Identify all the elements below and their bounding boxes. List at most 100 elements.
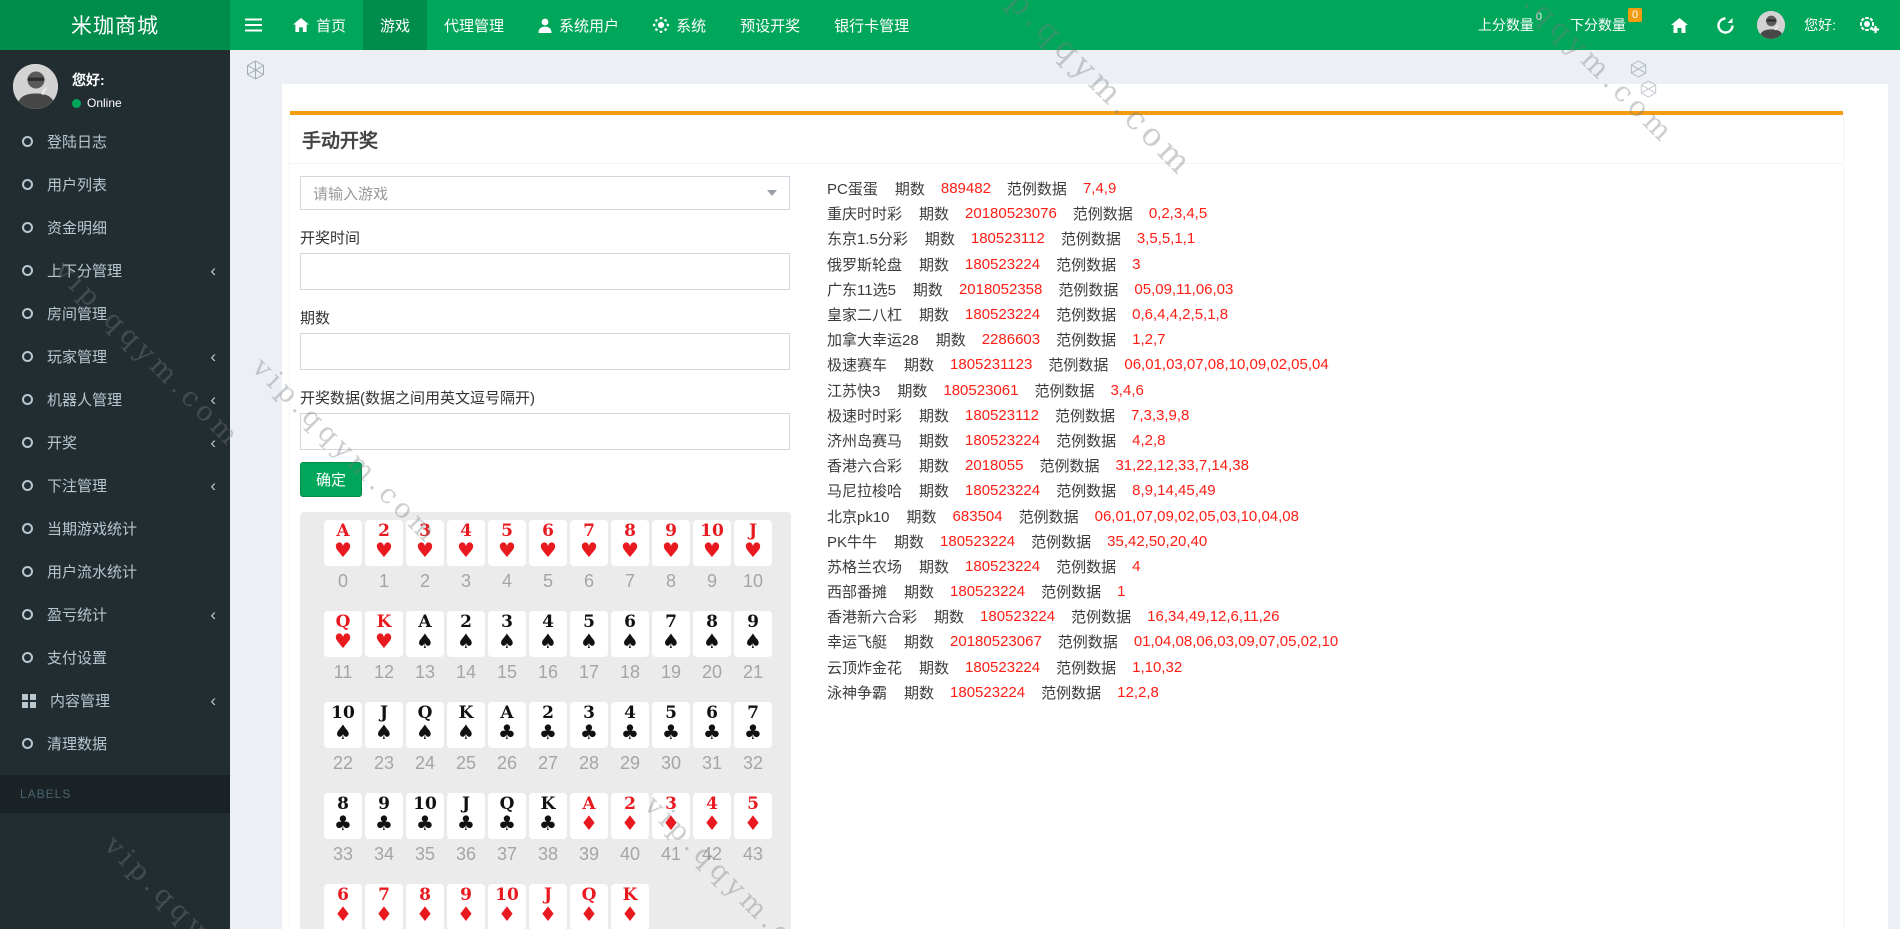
playing-card[interactable]: 3♣ [570, 702, 608, 748]
sidebar-item-user-flow-stats[interactable]: 用户流水统计 [0, 550, 230, 593]
up-score-link[interactable]: 上分数量 0 [1466, 0, 1554, 50]
issue-value: 180523224 [950, 684, 1025, 701]
playing-card[interactable]: 2♠ [447, 611, 485, 657]
sidebar-item-score-management[interactable]: 上下分管理‹ [0, 249, 230, 292]
playing-card[interactable]: Q♥ [324, 611, 362, 657]
home-shortcut-button[interactable] [1658, 0, 1700, 50]
playing-card[interactable]: 10♣ [406, 793, 444, 839]
draw-data-input[interactable] [300, 413, 790, 450]
playing-card[interactable]: 5♣ [652, 702, 690, 748]
playing-card[interactable]: Q♠ [406, 702, 444, 748]
playing-card[interactable]: 7♠ [652, 611, 690, 657]
issue-value: 180523224 [965, 306, 1040, 323]
issue-number-input[interactable] [300, 333, 790, 370]
playing-card[interactable]: 5♦ [734, 793, 772, 839]
playing-card[interactable]: 9♦ [447, 884, 485, 929]
playing-card[interactable]: 10♠ [324, 702, 362, 748]
manual-draw-form: 请输入游戏 开奖时间 期数 开奖数据(数据之间用英文逗号隔开) 确定 A♥2♥3 [300, 176, 790, 929]
playing-card[interactable]: 2♦ [611, 793, 649, 839]
topbar-nav-agent-management[interactable]: 代理管理 [427, 0, 521, 50]
sidebar-item-room-management[interactable]: 房间管理 [0, 292, 230, 335]
sidebar-toggle-button[interactable] [230, 0, 276, 50]
refresh-button[interactable] [1704, 0, 1746, 50]
topbar-nav-home[interactable]: 首页 [276, 0, 363, 50]
playing-card[interactable]: 9♠ [734, 611, 772, 657]
playing-card[interactable]: K♠ [447, 702, 485, 748]
card-index: 20 [693, 662, 731, 683]
playing-card[interactable]: 3♦ [652, 793, 690, 839]
confirm-button[interactable]: 确定 [300, 462, 362, 497]
topbar-nav-bank-card-management[interactable]: 银行卡管理 [817, 0, 926, 50]
playing-card[interactable]: 9♣ [365, 793, 403, 839]
playing-card[interactable]: J♥ [734, 520, 772, 566]
sidebar-item-content-management[interactable]: 内容管理‹ [0, 679, 230, 722]
playing-card[interactable]: 3♠ [488, 611, 526, 657]
topbar-nav-system[interactable]: 系统 [636, 0, 723, 50]
playing-card[interactable]: 10♦ [488, 884, 526, 929]
playing-card[interactable]: Q♣ [488, 793, 526, 839]
card-suit-icon: ♦ [457, 904, 475, 924]
playing-card[interactable]: 9♥ [652, 520, 690, 566]
sidebar-item-payment-settings[interactable]: 支付设置 [0, 636, 230, 679]
draw-time-input[interactable] [300, 253, 790, 290]
playing-card[interactable]: A♥ [324, 520, 362, 566]
card-suit-icon: ♥ [662, 540, 680, 560]
sidebar-item-user-list[interactable]: 用户列表 [0, 163, 230, 206]
game-row: 重庆时时彩期数20180523076范例数据0,2,3,4,5 [827, 201, 1354, 226]
playing-card[interactable]: A♦ [570, 793, 608, 839]
card-suit-icon: ♥ [375, 540, 393, 560]
playing-card[interactable]: 8♦ [406, 884, 444, 929]
playing-card[interactable]: 10♥ [693, 520, 731, 566]
playing-card[interactable]: 6♠ [611, 611, 649, 657]
playing-card[interactable]: 7♦ [365, 884, 403, 929]
playing-card[interactable]: 6♣ [693, 702, 731, 748]
playing-card[interactable]: J♦ [529, 884, 567, 929]
playing-card[interactable]: 5♥ [488, 520, 526, 566]
sidebar-item-funds-detail[interactable]: 资金明细 [0, 206, 230, 249]
sample-value: 3,4,6 [1110, 382, 1143, 399]
sidebar-item-label: 支付设置 [47, 647, 107, 668]
user-menu-button[interactable] [1750, 0, 1792, 50]
playing-card[interactable]: A♠ [406, 611, 444, 657]
playing-card[interactable]: 6♦ [324, 884, 362, 929]
playing-card[interactable]: 4♥ [447, 520, 485, 566]
playing-card[interactable]: 4♦ [693, 793, 731, 839]
playing-card[interactable]: Q♦ [570, 884, 608, 929]
playing-card[interactable]: 4♠ [529, 611, 567, 657]
issue-label: 期数 [925, 228, 955, 249]
settings-button[interactable] [1848, 0, 1890, 50]
game-select[interactable]: 请输入游戏 [300, 176, 790, 210]
sidebar-item-lottery-draw[interactable]: 开奖‹ [0, 421, 230, 464]
topbar-nav-preset-draw[interactable]: 预设开奖 [723, 0, 817, 50]
sidebar-item-robot-management[interactable]: 机器人管理‹ [0, 378, 230, 421]
playing-card[interactable]: J♠ [365, 702, 403, 748]
playing-card[interactable]: K♥ [365, 611, 403, 657]
down-score-link[interactable]: 下分数量 0 [1558, 0, 1654, 50]
playing-card[interactable]: 8♥ [611, 520, 649, 566]
playing-card[interactable]: 6♥ [529, 520, 567, 566]
playing-card[interactable]: 7♥ [570, 520, 608, 566]
playing-card[interactable]: 8♠ [693, 611, 731, 657]
playing-card[interactable]: 8♣ [324, 793, 362, 839]
topbar-nav-system-users[interactable]: 系统用户 [521, 0, 636, 50]
sidebar-item-current-game-stats[interactable]: 当期游戏统计 [0, 507, 230, 550]
circle-icon [22, 652, 33, 663]
playing-card[interactable]: 4♣ [611, 702, 649, 748]
playing-card[interactable]: J♣ [447, 793, 485, 839]
playing-card[interactable]: 3♥ [406, 520, 444, 566]
playing-card[interactable]: 7♣ [734, 702, 772, 748]
sidebar-item-login-logs[interactable]: 登陆日志 [0, 120, 230, 163]
playing-card[interactable]: 2♥ [365, 520, 403, 566]
sidebar-item-clean-data[interactable]: 清理数据 [0, 722, 230, 765]
sidebar-item-bet-management[interactable]: 下注管理‹ [0, 464, 230, 507]
card-suit-icon: ♣ [621, 722, 639, 742]
playing-card[interactable]: 2♣ [529, 702, 567, 748]
sidebar-item-player-management[interactable]: 玩家管理‹ [0, 335, 230, 378]
sidebar-item-profit-loss-stats[interactable]: 盈亏统计‹ [0, 593, 230, 636]
app-logo[interactable]: 米珈商城 [0, 0, 230, 50]
topbar-nav-games[interactable]: 游戏 [363, 0, 427, 50]
playing-card[interactable]: K♦ [611, 884, 649, 929]
playing-card[interactable]: A♣ [488, 702, 526, 748]
playing-card[interactable]: 5♠ [570, 611, 608, 657]
playing-card[interactable]: K♣ [529, 793, 567, 839]
